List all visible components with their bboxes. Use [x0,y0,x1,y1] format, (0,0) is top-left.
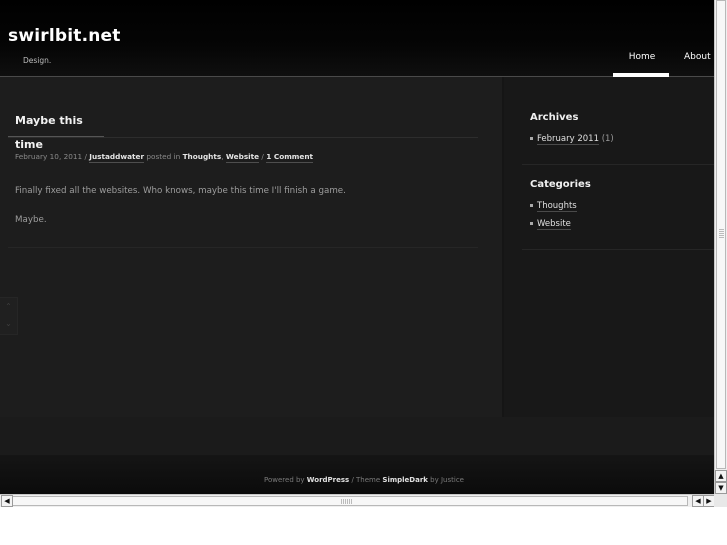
category-link-website[interactable]: Website [225,152,260,163]
widget-divider [522,249,714,250]
scroll-down-button[interactable]: ▼ [715,482,727,494]
post-end-divider [8,247,478,248]
bullet-icon [530,137,533,140]
post-title[interactable]: Maybe this time [8,109,104,151]
nav-about[interactable]: About [684,52,711,62]
category-item[interactable]: Thoughts [530,201,577,212]
archive-item[interactable]: February 2011 (1) [530,134,614,145]
category-item[interactable]: Website [530,219,571,230]
post-paragraph: Maybe. [15,215,47,225]
archive-link[interactable]: February 2011 [537,134,599,145]
site-footer [0,455,714,494]
footer-credits: Powered by WordPress / Theme SimpleDark … [264,476,464,484]
scroll-up-button[interactable]: ▲ [715,470,727,482]
site-title[interactable]: swirlbit.net [8,26,121,46]
scroll-left-button[interactable]: ◀ [1,495,13,507]
post-meta: February 10, 2011 / Justaddwater posted … [15,152,314,163]
footer-author: by Justice [427,476,464,484]
category-link[interactable]: Thoughts [537,201,577,212]
post-paragraph: Finally fixed all the websites. Who know… [15,186,346,196]
archives-title: Archives [530,112,579,123]
categories-title: Categories [530,179,591,190]
bullet-icon [530,204,533,207]
wordpress-link[interactable]: WordPress [307,476,349,484]
grip-icon [341,499,353,504]
horizontal-scrollbar[interactable] [0,494,714,507]
sidebar [504,77,714,417]
footer-theme-label: / Theme [349,476,383,484]
archive-count: (1) [601,134,614,144]
post-author-link[interactable]: Justaddwater [89,152,145,163]
meta-posted-in: posted in [144,152,183,161]
scrollbar-corner [714,494,727,507]
scroll-up-icon[interactable]: ⌃ [0,298,17,315]
category-link[interactable]: Website [537,219,571,230]
site-header: swirlbit.net Design. Home About [0,0,714,77]
comments-link[interactable]: 1 Comment [266,152,314,163]
bullet-icon [530,222,533,225]
nav-home[interactable]: Home [615,52,669,62]
vertical-scroll-thumb[interactable] [716,0,726,469]
grip-icon [719,229,724,239]
category-link-thoughts[interactable]: Thoughts [183,152,222,161]
post-title-divider [8,137,478,138]
vertical-scrollbar[interactable] [714,0,727,494]
site-tagline: Design. [23,56,52,65]
post-date: February 10, 2011 [15,152,83,161]
widget-divider [522,164,714,165]
page-scroll-arrows[interactable]: ⌃ ⌄ [0,297,18,335]
footer-spacer [0,417,714,455]
theme-link[interactable]: SimpleDark [382,476,428,484]
scroll-down-icon[interactable]: ⌄ [0,315,17,332]
browser-viewport: swirlbit.net Design. Home About Maybe th… [0,0,714,494]
horizontal-scroll-thumb[interactable] [12,496,688,506]
footer-powered-by: Powered by [264,476,307,484]
